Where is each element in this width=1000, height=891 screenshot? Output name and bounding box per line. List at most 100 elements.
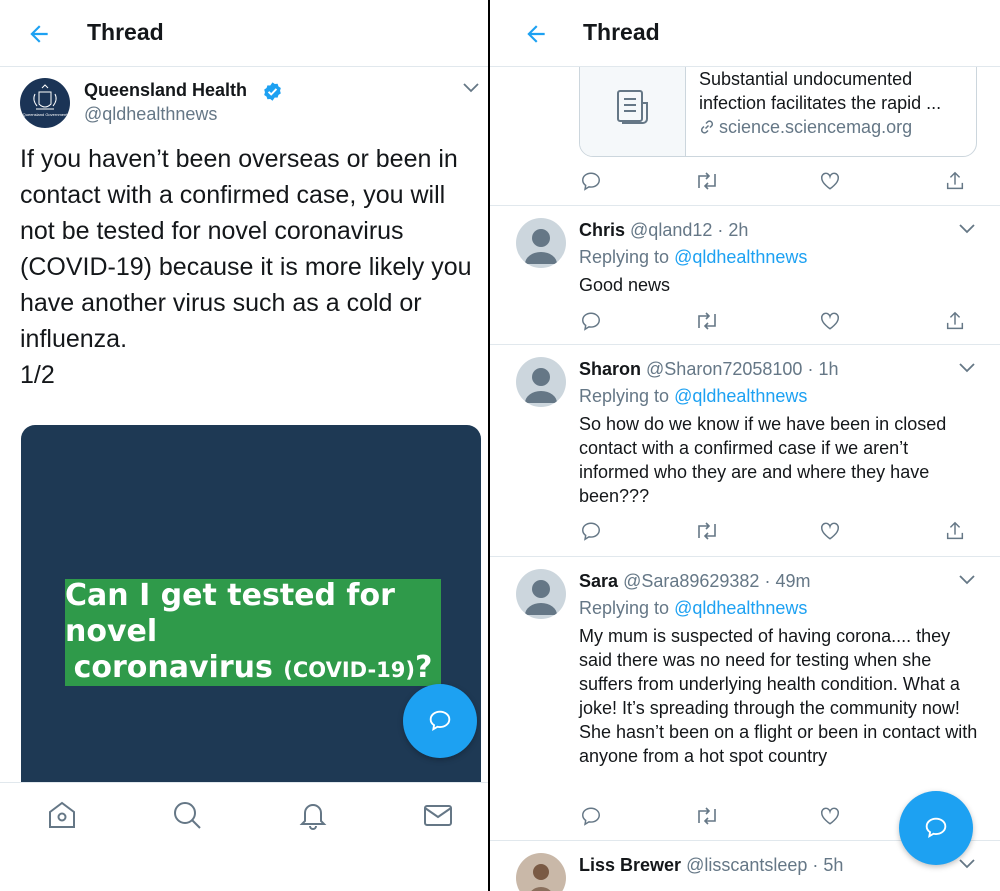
right-thread-screen: Thread Substantial undocumented infectio…: [490, 0, 1000, 891]
share-icon[interactable]: [944, 520, 966, 542]
separator: [490, 344, 1000, 345]
replying-to-link[interactable]: @qldhealthnews: [674, 386, 807, 406]
left-thread-screen: Thread Queensland Government Queensland …: [0, 0, 488, 891]
document-icon: [617, 90, 648, 124]
link-card-text: Substantial undocumented infection facil…: [699, 67, 971, 139]
separator: [490, 556, 1000, 557]
reply-time: · 2h: [717, 220, 749, 240]
tweet-actions: [580, 520, 970, 546]
notifications-icon[interactable]: [297, 799, 329, 831]
replying-to-link[interactable]: @qldhealthnews: [674, 598, 807, 618]
media-line-2-small: (COVID-19): [283, 657, 416, 682]
default-avatar-icon: [525, 229, 557, 264]
reply-icon[interactable]: [580, 520, 602, 542]
tweet-body: If you haven’t been overseas or been in …: [20, 145, 472, 353]
like-icon[interactable]: [819, 805, 841, 827]
default-avatar-icon: [525, 368, 557, 403]
media-line-1: Can I get tested for novel: [65, 577, 395, 649]
back-arrow-icon[interactable]: [523, 21, 549, 47]
link-title-line-2: infection facilitates the rapid ...: [699, 93, 942, 113]
reply-time: · 5h: [812, 855, 844, 875]
replying-to: Replying to @qldhealthnews: [579, 247, 807, 268]
share-icon[interactable]: [944, 170, 966, 192]
like-icon[interactable]: [819, 170, 841, 192]
reply-author[interactable]: Chris @qland12 · 2h: [579, 220, 748, 241]
avatar[interactable]: [516, 357, 566, 407]
reply-handle: @lisscantsleep: [686, 855, 808, 875]
search-icon[interactable]: [171, 799, 203, 831]
retweet-icon[interactable]: [694, 310, 720, 332]
reply-author[interactable]: Liss Brewer @lisscantsleep · 5h: [579, 855, 843, 876]
chevron-down-icon[interactable]: [462, 81, 480, 95]
compose-button[interactable]: [899, 791, 973, 865]
reply-name: Sara: [579, 571, 619, 591]
tweet-media-image[interactable]: Can I get tested for novel coronavirus (…: [21, 425, 481, 805]
compose-button[interactable]: [403, 684, 477, 758]
author-handle[interactable]: @qldhealthnews: [84, 104, 217, 125]
avatar[interactable]: Queensland Government: [20, 78, 70, 128]
right-header: Thread: [490, 0, 1000, 67]
bottom-navigation: [0, 782, 488, 891]
back-arrow-icon[interactable]: [26, 21, 52, 47]
reply-text: My mum is suspected of having corona....…: [579, 626, 978, 766]
retweet-icon[interactable]: [694, 170, 720, 192]
media-banner: Can I get tested for novel coronavirus (…: [65, 577, 441, 688]
header-title: Thread: [87, 19, 164, 45]
replying-to: Replying to @qldhealthnews: [579, 386, 807, 407]
compose-icon: [429, 710, 451, 731]
link-icon: [700, 120, 714, 134]
chevron-down-icon[interactable]: [958, 857, 976, 871]
reply-icon[interactable]: [580, 805, 602, 827]
tweet-text: If you haven’t been overseas or been in …: [20, 141, 480, 393]
reply-text: So how do we know if we have been in clo…: [579, 414, 947, 506]
reply-icon[interactable]: [580, 170, 602, 192]
reply-handle: @qland12: [630, 220, 713, 240]
avatar[interactable]: [516, 853, 566, 891]
reply-icon[interactable]: [580, 310, 602, 332]
reply-text: Good news: [579, 275, 671, 295]
queensland-crest-icon: Queensland Government: [23, 84, 69, 117]
separator: [490, 205, 1000, 206]
reply-time: · 49m: [764, 571, 811, 591]
avatar[interactable]: [516, 569, 566, 619]
reply-name: Chris: [579, 220, 626, 240]
link-domain: science.sciencemag.org: [719, 117, 913, 137]
share-icon[interactable]: [944, 310, 966, 332]
reply-time: · 1h: [807, 359, 839, 379]
avatar-caption: Queensland Government: [23, 112, 69, 117]
replying-to-link[interactable]: @qldhealthnews: [674, 247, 807, 267]
replying-label: Replying to: [579, 598, 670, 618]
compose-icon: [925, 817, 947, 838]
link-domain-row: science.sciencemag.org: [699, 115, 971, 139]
home-icon[interactable]: [46, 799, 78, 831]
reply-name: Sharon: [579, 359, 642, 379]
author-name[interactable]: Queensland Health: [84, 80, 247, 101]
like-icon[interactable]: [819, 310, 841, 332]
tweet-actions: [580, 170, 970, 196]
left-header: Thread: [0, 0, 488, 67]
media-line-2-end: ?: [415, 649, 433, 685]
chevron-down-icon[interactable]: [958, 361, 976, 375]
tweet-actions: [580, 310, 970, 336]
like-icon[interactable]: [819, 520, 841, 542]
link-title-line-1: Substantial undocumented: [699, 69, 913, 89]
default-avatar-icon: [525, 580, 557, 615]
retweet-icon[interactable]: [694, 520, 720, 542]
reply-name: Liss Brewer: [579, 855, 682, 875]
reply-author[interactable]: Sharon @Sharon72058100 · 1h: [579, 359, 838, 380]
media-line-2: coronavirus (COVID-19)?: [74, 650, 433, 688]
reply-author[interactable]: Sara @Sara89629382 · 49m: [579, 571, 810, 592]
chevron-down-icon[interactable]: [958, 573, 976, 587]
replying-to: Replying to @qldhealthnews: [579, 598, 807, 619]
reply-handle: @Sharon72058100: [646, 359, 803, 379]
replying-label: Replying to: [579, 247, 670, 267]
verified-badge-icon: [264, 82, 281, 101]
header-title: Thread: [583, 19, 660, 45]
retweet-icon[interactable]: [694, 805, 720, 827]
profile-photo-icon: [531, 864, 551, 891]
chevron-down-icon[interactable]: [958, 222, 976, 236]
avatar[interactable]: [516, 218, 566, 268]
tweet-thread-count: 1/2: [20, 361, 55, 389]
reply-handle: @Sara89629382: [623, 571, 760, 591]
messages-icon[interactable]: [422, 799, 454, 831]
